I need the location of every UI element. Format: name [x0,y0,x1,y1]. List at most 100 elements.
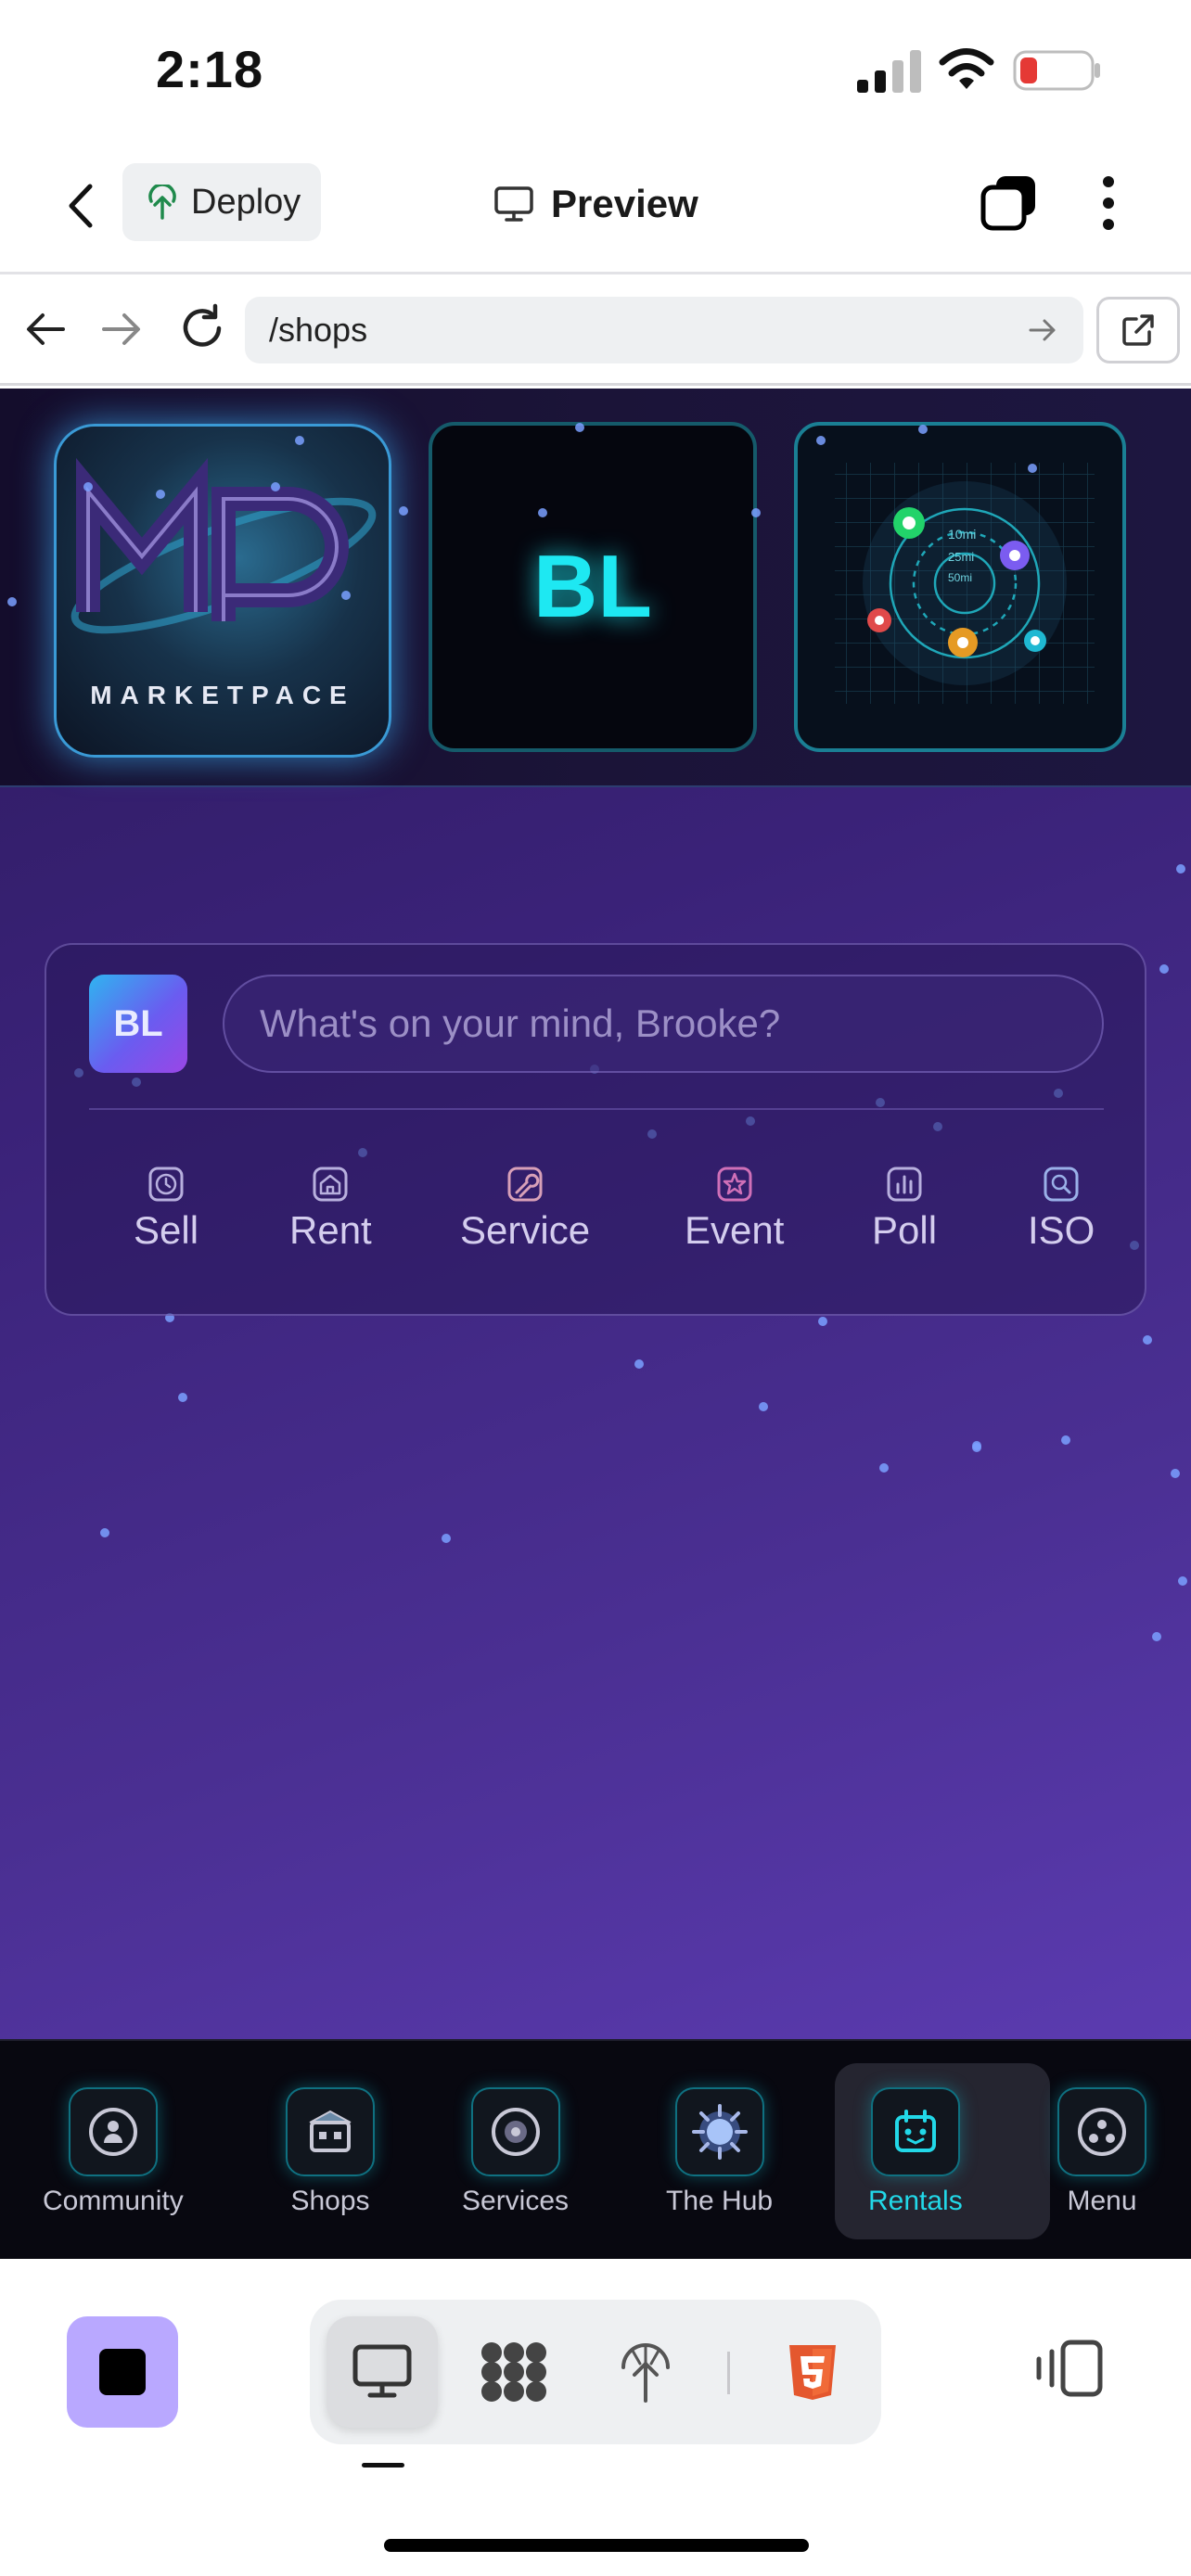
nav-label: Menu [1067,2186,1137,2216]
nav-label: Services [462,2186,570,2216]
html-view-button[interactable] [757,2316,868,2428]
star [1028,464,1037,473]
event-action[interactable]: Event [685,1166,784,1253]
url-text: /shops [269,311,368,349]
cell-signal-icon [857,50,921,93]
post-type-actions: Sell Rent Service Event Poll ISO [46,1166,1148,1286]
hub-icon [674,2087,764,2176]
star [442,1534,451,1543]
dev-toolbar [0,2259,1191,2576]
desktop-view-button[interactable] [327,2316,438,2428]
wrench-icon [507,1167,543,1202]
app-viewport: MARKETPACE BL 10mi 25mi 50mi BL What's o… [0,389,1191,2040]
nav-label: Rentals [868,2186,963,2216]
deploy-icon [148,185,176,220]
marketpace-logo[interactable]: MARKETPACE [54,424,391,758]
blocks-view-button[interactable] [458,2316,570,2428]
radar-map-icon: 10mi 25mi 50mi [835,463,1095,704]
star [1143,1335,1152,1345]
star [634,1359,644,1369]
sell-action[interactable]: Sell [134,1166,198,1253]
home-indicator [384,2539,809,2552]
nav-label: Community [43,2186,184,2216]
star [816,436,826,445]
monitor-icon [494,186,533,222]
action-label: Rent [289,1208,372,1252]
nav-item-the-hub[interactable]: The Hub [666,2087,773,2217]
tabs-icon[interactable] [980,172,1039,232]
action-label: Event [685,1208,785,1252]
poll-action[interactable]: Poll [872,1166,937,1253]
star [7,597,17,606]
star [759,1402,768,1411]
arrow-right-icon[interactable] [98,306,145,352]
open-external-button[interactable] [1096,297,1180,363]
bl-tile-initials: BL [533,537,652,636]
star-icon [717,1167,752,1202]
nav-item-services[interactable]: Services [462,2087,569,2217]
nav-item-shops[interactable]: Shops [286,2087,375,2217]
star [1171,1469,1180,1478]
star [178,1393,187,1402]
marketplace-banner: MARKETPACE BL 10mi 25mi 50mi [0,389,1191,787]
back-button[interactable] [54,178,106,234]
selected-mode-indicator [362,2463,404,2468]
rent-action[interactable]: Rent [289,1166,372,1253]
deploy-button[interactable]: Deploy [122,163,321,241]
star [341,591,351,600]
deploy-view-button[interactable] [590,2316,701,2428]
action-label: Service [460,1208,591,1252]
radar-ring-label: 10mi [948,527,976,542]
arrow-left-icon[interactable] [22,306,69,352]
nav-item-menu[interactable]: Menu [1057,2087,1146,2217]
battery-icon [1013,50,1100,91]
star [1178,1576,1187,1586]
star [918,425,928,434]
bl-tile[interactable]: BL [429,422,757,752]
star [972,1441,981,1450]
community-icon [68,2087,158,2176]
star [575,423,584,432]
service-action[interactable]: Service [460,1166,590,1253]
post-composer: BL What's on your mind, Brooke? Sell Ren… [45,943,1146,1316]
star [1159,964,1169,974]
preview-title: Preview [493,176,698,232]
radar-ring-label: 25mi [948,550,974,564]
star [1152,1632,1161,1641]
star [156,490,165,499]
house-icon [313,1167,348,1202]
more-options-icon[interactable] [1087,171,1130,236]
stop-button[interactable] [67,2316,178,2428]
side-panel-icon[interactable] [1033,2339,1104,2398]
arrow-right-icon[interactable] [1026,313,1059,347]
post-input[interactable]: What's on your mind, Brooke? [223,975,1104,1073]
bar-chart-icon [887,1167,922,1202]
avatar[interactable]: BL [89,975,187,1073]
star [1061,1435,1070,1445]
preview-header: Deploy Preview [0,139,1191,274]
wifi-icon [939,48,994,89]
view-mode-group [310,2300,881,2444]
radar-map-tile[interactable]: 10mi 25mi 50mi [794,422,1126,752]
nav-label: Shops [290,2186,370,2216]
clock-icon [148,1167,184,1202]
monitor-icon [352,2344,412,2398]
logo-wordmark: MARKETPACE [90,681,355,709]
url-field[interactable]: /shops [245,297,1083,363]
action-label: Sell [134,1208,199,1252]
iso-action[interactable]: ISO [1028,1166,1095,1253]
shop-icon [286,2087,375,2176]
stop-icon [99,2349,146,2395]
reload-icon[interactable] [176,302,228,354]
search-icon [1044,1167,1079,1202]
nav-item-community[interactable]: Community [43,2087,184,2217]
divider [727,2352,730,2394]
deploy-icon [621,2343,670,2403]
star [751,508,761,517]
nav-item-rentals[interactable]: Rentals [868,2087,963,2217]
external-link-icon [1122,314,1154,346]
star [100,1528,109,1537]
status-time: 2:18 [156,40,264,98]
deploy-label: Deploy [191,182,301,222]
radar-ring-label: 50mi [948,571,972,584]
